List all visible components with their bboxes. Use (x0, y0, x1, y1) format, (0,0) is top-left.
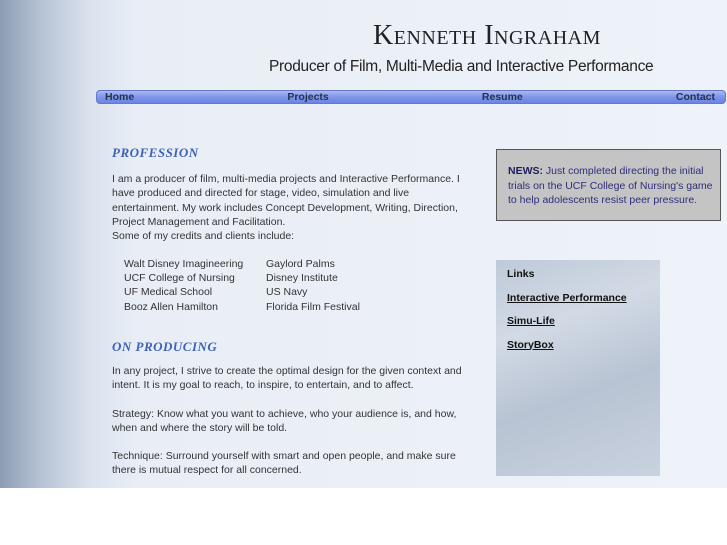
nav-projects[interactable]: Projects (287, 91, 328, 103)
credit-item: Florida Film Festival (266, 300, 360, 313)
nav-home[interactable]: Home (105, 91, 134, 103)
links-heading: Links (507, 268, 535, 280)
credit-item: UF Medical School (124, 286, 213, 299)
producing-p2: Strategy: Know what you want to achieve,… (112, 408, 457, 435)
credit-item: Booz Allen Hamilton (124, 300, 218, 313)
nav-contact[interactable]: Contact (676, 91, 715, 103)
profession-text: I am a producer of film, multi-media pro… (112, 172, 472, 243)
producing-heading: ON PRODUCING (112, 339, 218, 354)
profession-heading: PROFESSION (112, 145, 199, 160)
site-subtitle: Producer of Film, Multi-Media and Intera… (269, 58, 654, 75)
credit-item: Walt Disney Imagineering (124, 258, 244, 270)
profession-intro: I am a producer of film, multi-media pro… (112, 173, 460, 228)
site-title: Kenneth Ingraham (373, 20, 601, 51)
link-interactive-performance[interactable]: Interactive Performance (507, 292, 660, 304)
links-panel: Links Interactive Performance Simu-Life … (496, 260, 660, 476)
producing-p3: Technique: Surround yourself with smart … (112, 450, 456, 477)
nav-bar: Home Projects Resume Contact (96, 90, 726, 104)
credit-item: Disney Institute (266, 272, 338, 285)
link-simu-life[interactable]: Simu-Life (507, 315, 660, 327)
link-storybox[interactable]: StoryBox (507, 339, 660, 351)
credits-intro: Some of my credits and clients include: (112, 230, 295, 243)
nav-resume[interactable]: Resume (482, 91, 523, 103)
credits-list: Walt Disney Imagineering Gaylord Palms U… (124, 257, 360, 314)
credit-item: Gaylord Palms (266, 258, 335, 270)
producing-p1: In any project, I strive to create the o… (112, 365, 462, 392)
news-label: NEWS: (508, 165, 543, 177)
credit-item: US Navy (266, 286, 308, 299)
credit-item: UCF College of Nursing (124, 272, 235, 285)
news-box: NEWS: Just completed directing the initi… (496, 149, 721, 221)
page-background: Kenneth Ingraham Producer of Film, Multi… (0, 0, 727, 488)
